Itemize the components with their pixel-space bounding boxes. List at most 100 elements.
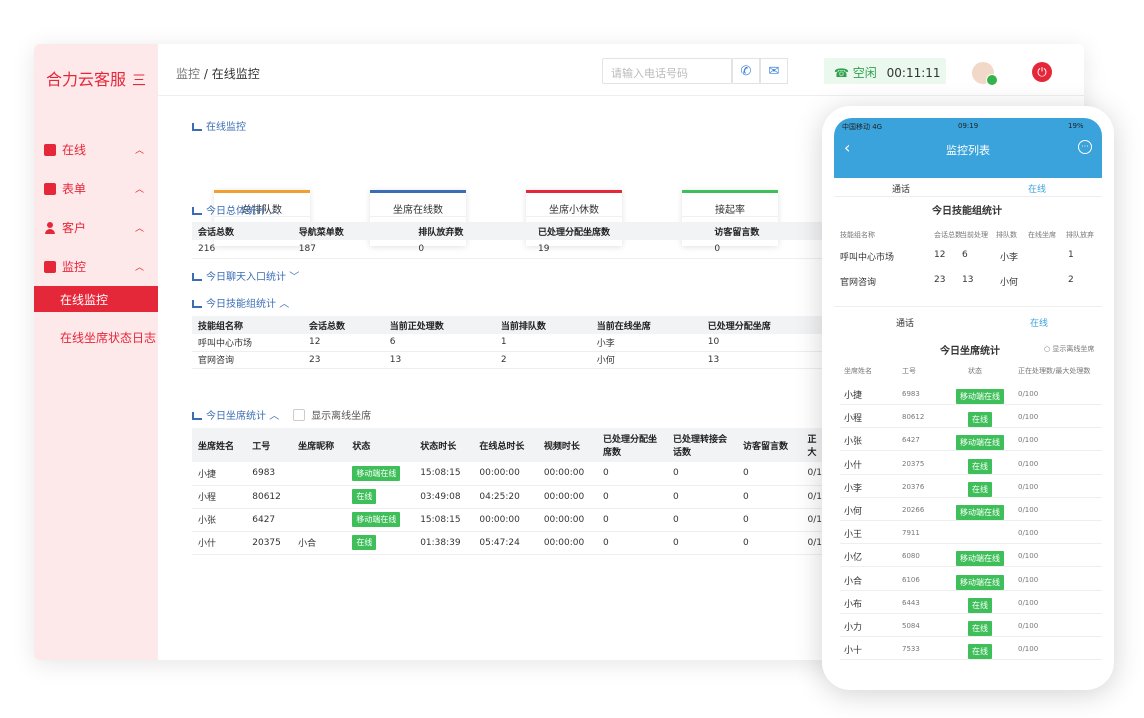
table-cell	[292, 462, 347, 486]
status-badge: 在线	[968, 597, 992, 613]
column-header[interactable]: 工号	[246, 428, 293, 462]
phone-table-cell: 小李	[1000, 253, 1019, 263]
column-header: 排队放弃数	[412, 222, 533, 240]
table-cell: 0	[737, 462, 802, 486]
phone-tab-call[interactable]: 通话	[896, 316, 914, 329]
phone-icon: ✆	[740, 63, 752, 79]
phone-column-header: 会话总数	[934, 231, 962, 239]
section-total-stats[interactable]: 今日总体统计 ︿	[192, 202, 279, 217]
sidebar-item-label: 客户	[62, 221, 87, 235]
sidebar-item-online[interactable]: 在线 ︿	[34, 130, 158, 169]
phone-table-cell: 小亿	[844, 553, 863, 564]
chevron-up-icon: ︿	[279, 299, 290, 310]
table-cell: 0	[667, 485, 738, 509]
phone-table-cell: 1	[1068, 250, 1074, 260]
table-cell: 187	[292, 240, 413, 259]
column-header[interactable]: 已处理转接会话数	[667, 428, 738, 462]
table-header-row: 坐席姓名 工号 坐席昵称 状态 状态时长 在线总时长 视频时长 已处理分配坐席数…	[192, 428, 828, 462]
divider	[834, 306, 1102, 307]
table-cell: 0	[737, 531, 802, 555]
phone-tab-online[interactable]: 在线	[1030, 316, 1048, 329]
column-header: 当前排队数	[494, 316, 591, 334]
agent-status[interactable]: ☎ 空闲 00:11:11	[824, 58, 946, 84]
column-header: 已处理分配坐席	[701, 316, 828, 334]
phone-table-cell: 6983	[902, 390, 920, 398]
section-chat-entry[interactable]: 今日聊天入口统计 ﹀	[192, 268, 299, 283]
phone-table-cell: 呼叫中心市场	[840, 253, 895, 263]
table-cell: 0	[708, 240, 828, 259]
table-cell: 13	[383, 351, 495, 369]
table-cell: 03:49:08	[414, 485, 474, 509]
mobile-phone-mockup: 中国移动 4G 09:19 19% ‹ 监控列表 ··· 通话 在线 今日技能组…	[822, 106, 1114, 690]
call-button[interactable]: ✆	[732, 58, 760, 84]
show-offline-label: 显示离线坐席	[1052, 345, 1095, 353]
table-cell: 23	[303, 351, 384, 369]
phone-table-cell: 0/100	[1018, 482, 1039, 491]
menu-toggle-icon[interactable]: 三	[132, 73, 146, 89]
show-offline-label: 显示离线坐席	[311, 411, 372, 422]
phone-show-offline[interactable]: ○ 显示离线坐席	[1044, 344, 1094, 354]
divider	[840, 427, 1102, 429]
chevron-up-icon: ︿	[269, 411, 280, 422]
table-cell: 00:00:00	[537, 531, 598, 555]
section-title: 今日技能组统计	[206, 299, 276, 310]
status-label: 空闲	[852, 66, 877, 80]
chevron-up-icon: ︿	[134, 224, 144, 234]
column-header: 技能组名称	[192, 316, 304, 334]
column-header[interactable]: 已处理分配坐席数	[597, 428, 668, 462]
table-cell: 0	[667, 531, 738, 555]
column-header: 会话总数	[192, 222, 293, 240]
sidebar-subitem-online-monitor[interactable]: 在线监控	[34, 286, 158, 312]
phone-column-header: 状态	[968, 367, 982, 375]
column-header[interactable]: 视频时长	[537, 428, 598, 462]
message-button[interactable]: ✉	[760, 58, 788, 84]
more-icon[interactable]: ···	[1078, 140, 1092, 154]
sidebar-item-form[interactable]: 表单 ︿	[34, 169, 158, 208]
mail-icon: ✉	[768, 63, 780, 79]
column-header[interactable]: 状态	[346, 428, 415, 462]
column-header[interactable]: 在线总时长	[473, 428, 538, 462]
chevron-up-icon: ︿	[134, 146, 144, 156]
table-cell: 1	[494, 334, 591, 352]
chat-icon	[44, 143, 56, 156]
table-row: 官网咨询 23 13 2 小何 13	[192, 351, 828, 369]
status-badge: 在线	[352, 489, 377, 504]
column-header: 已处理分配坐席数	[532, 222, 709, 240]
column-header[interactable]: 坐席姓名	[192, 428, 247, 462]
chart-icon	[192, 207, 202, 215]
table-cell	[292, 508, 347, 532]
avatar[interactable]	[970, 60, 998, 86]
phone-skill-title: 今日技能组统计	[932, 206, 1002, 217]
phone-table-cell: 7911	[902, 529, 920, 538]
breadcrumb-parent[interactable]: 监控	[176, 67, 200, 81]
status-badge: 移动端在线	[956, 505, 1004, 520]
show-offline-checkbox[interactable]	[293, 409, 306, 421]
phone-number-input[interactable]: 请输入电话号码	[602, 58, 732, 84]
divider	[840, 450, 1102, 452]
section-skill-group[interactable]: 今日技能组统计 ︿	[192, 295, 289, 310]
section-agent-stats[interactable]: 今日坐席统计 ︿ 显示离线坐席	[192, 407, 371, 422]
column-header[interactable]: 状态时长	[414, 428, 474, 462]
sidebar-item-monitor[interactable]: 监控 ︿	[34, 247, 158, 286]
chevron-up-icon: ︿	[134, 263, 144, 273]
status-badge: 在线	[968, 412, 992, 428]
phone-tab-online[interactable]: 在线	[1028, 182, 1046, 195]
table-row: 小捷 6983 移动端在线 15:08:15 00:00:00 00:00:00 0 0 0 0/…	[192, 462, 828, 486]
phone-header: 中国移动 4G 09:19 19% ‹ 监控列表 ···	[834, 118, 1102, 178]
section-title: 今日总体统计	[206, 206, 266, 217]
divider	[840, 496, 1102, 498]
sidebar-subitem-agent-log[interactable]: 在线坐席状态日志	[34, 312, 158, 362]
phone-tab-call[interactable]: 通话	[892, 182, 910, 195]
table-cell: 0	[412, 240, 533, 259]
column-header[interactable]: 坐席昵称	[292, 428, 347, 462]
table-cell: 0	[597, 462, 668, 486]
column-header[interactable]: 访客留言数	[737, 428, 802, 462]
power-button[interactable]: ⏻	[1032, 62, 1052, 82]
phone-table-cell: 0/100	[1018, 413, 1039, 422]
tables-layer: 今日总体统计 ︿ 会话总数 导航菜单数 排队放弃数 已处理分配坐席数 访客留言数…	[168, 96, 828, 648]
sidebar-item-customer[interactable]: 客户 ︿	[34, 208, 158, 247]
table-cell: 04:25:20	[473, 485, 538, 509]
table-cell: 6427	[246, 508, 293, 532]
phone-table-cell: 小布	[844, 599, 863, 610]
divider	[840, 636, 1102, 637]
